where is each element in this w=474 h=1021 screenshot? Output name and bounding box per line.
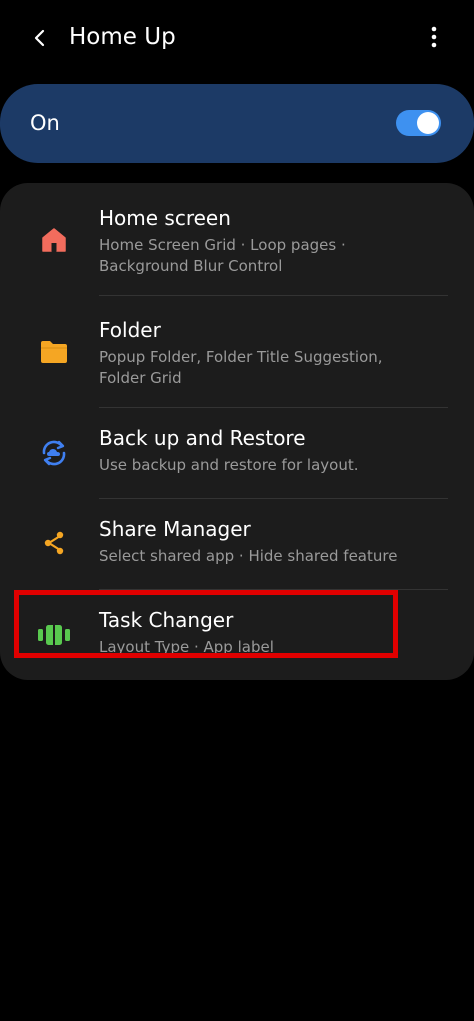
item-title: Back up and Restore: [99, 426, 306, 450]
master-switch-label: On: [30, 111, 60, 135]
item-subtitle: Popup Folder, Folder Title Suggestion, F…: [99, 348, 383, 387]
page-title: Home Up: [69, 24, 176, 50]
share-icon: [38, 527, 70, 559]
list-item-folder[interactable]: Folder Popup Folder, Folder Title Sugges…: [0, 296, 474, 407]
item-subtitle: Home Screen Grid · Loop pages · Backgrou…: [99, 236, 346, 275]
more-options-button[interactable]: [418, 20, 450, 54]
item-title: Share Manager: [99, 517, 251, 541]
master-switch-bar[interactable]: On: [0, 84, 474, 163]
item-subtitle: Use backup and restore for layout.: [99, 456, 359, 474]
highlight-box: [14, 590, 398, 658]
master-toggle[interactable]: [396, 110, 441, 136]
cloud-sync-icon: [38, 437, 70, 469]
app-bar: Home Up: [0, 0, 474, 72]
home-icon: [38, 224, 70, 256]
toggle-knob: [417, 112, 439, 134]
item-title: Folder: [99, 318, 161, 342]
folder-icon: [38, 336, 70, 368]
list-item-share-manager[interactable]: Share Manager Select shared app · Hide s…: [0, 499, 474, 589]
back-button[interactable]: [22, 20, 58, 56]
chevron-left-icon: [34, 29, 45, 47]
list-item-backup-restore[interactable]: Back up and Restore Use backup and resto…: [0, 408, 474, 498]
item-subtitle: Select shared app · Hide shared feature: [99, 547, 398, 565]
item-title: Home screen: [99, 206, 231, 230]
more-vertical-icon: [431, 26, 437, 48]
list-item-home-screen[interactable]: Home screen Home Screen Grid · Loop page…: [0, 183, 474, 295]
